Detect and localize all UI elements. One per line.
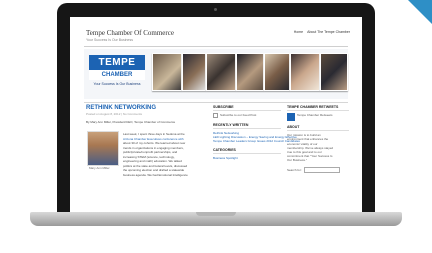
post-title[interactable]: RETHINK NETWORKING — [86, 105, 206, 111]
logo-text-middle: CHAMBER — [89, 70, 145, 80]
banner-photo — [320, 53, 348, 91]
recent-post-link[interactable]: Tempe Chamber Leaders Group Issues 2012 … — [213, 139, 300, 143]
tempe-chamber-logo[interactable]: TEMPE CHAMBER Your Success Is Our Busine… — [89, 55, 145, 93]
post-intro: By Mary Ann Miller, President/CEO, Tempe… — [86, 120, 176, 124]
banner-photo — [290, 53, 320, 91]
top-nav: Home About The Tempe Chamber — [294, 30, 350, 34]
tweet-text: Tempe Chamber Retweets — [297, 113, 333, 117]
banner-photo — [264, 53, 290, 91]
post-content: RETHINK NETWORKING Posted on August 8, 2… — [86, 105, 206, 177]
search-widget: Search for: — [287, 166, 349, 173]
banner-photo — [236, 53, 264, 91]
corner-ribbon — [408, 0, 432, 24]
post-body: Last week, I spent three days in Sedona … — [123, 132, 207, 177]
laptop-notch — [196, 212, 236, 216]
search-label: Search for: — [287, 167, 302, 172]
subscribe-title: SUBSCRIBE — [213, 105, 281, 111]
header-divider — [84, 46, 348, 47]
laptop-screen: Tempe Chamber Of Commerce Your Success I… — [70, 17, 362, 214]
logo-tagline: Your Success Is Our Business — [93, 82, 141, 86]
tweet-avatar — [287, 113, 295, 121]
category-link[interactable]: Business Spotlight — [213, 156, 281, 160]
site-tagline: Your Success Is Our Business — [86, 38, 133, 42]
nav-item-about[interactable]: About The Tempe Chamber — [307, 30, 350, 34]
subscribe-label: Subscribe to our Feed Post — [220, 113, 257, 118]
post-meta: Posted on August 8, 2012 | No Comments — [86, 112, 142, 116]
site-title[interactable]: Tempe Chamber Of Commerce — [86, 29, 174, 37]
post-body-line: business agenda. We had Emotional Intell… — [123, 172, 188, 177]
author-photo — [87, 131, 119, 166]
about-line: Our Business." — [287, 158, 307, 163]
subscribe-row: Subscribe to our Feed Post — [213, 113, 281, 118]
search-input[interactable] — [303, 166, 340, 173]
about-text: Our mission is to build an environment t… — [287, 133, 349, 162]
banner-photo — [206, 53, 236, 91]
author-photo-caption: Mary Ann Miller — [89, 166, 110, 170]
tweets-title: TEMPE CHAMBER RETWEETS — [287, 105, 349, 111]
recently-written-list: Rethink Networking LED Lighting Discussi… — [213, 131, 300, 144]
sidebar-middle: SUBSCRIBE Subscribe to our Feed Post REC… — [213, 105, 300, 160]
logo-text-top: TEMPE — [89, 55, 145, 70]
nav-divider — [84, 102, 348, 103]
recently-written-title: RECENTLY WRITTEN — [213, 123, 281, 129]
subscribe-checkbox[interactable] — [213, 113, 218, 118]
laptop-bezel: Tempe Chamber Of Commerce Your Success I… — [57, 3, 375, 214]
laptop-base — [30, 212, 402, 226]
sidebar-right: TEMPE CHAMBER RETWEETS Tempe Chamber Ret… — [287, 105, 349, 173]
banner-photo — [182, 53, 206, 91]
about-title: ABOUT — [287, 125, 349, 132]
camera-icon — [214, 8, 217, 11]
categories-title: CATEGORIES — [213, 148, 281, 154]
banner-photo — [152, 53, 182, 91]
header-banner: TEMPE CHAMBER Your Success Is Our Busine… — [84, 49, 348, 99]
tweet-item[interactable]: Tempe Chamber Retweets — [287, 113, 349, 121]
nav-item-home[interactable]: Home — [294, 30, 303, 34]
